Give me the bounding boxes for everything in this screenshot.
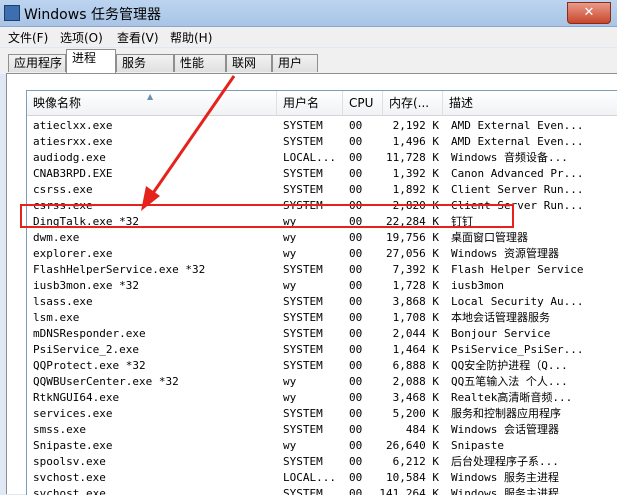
annotation-arrow xyxy=(141,75,236,211)
tab-processes[interactable]: 进程 xyxy=(66,49,116,73)
